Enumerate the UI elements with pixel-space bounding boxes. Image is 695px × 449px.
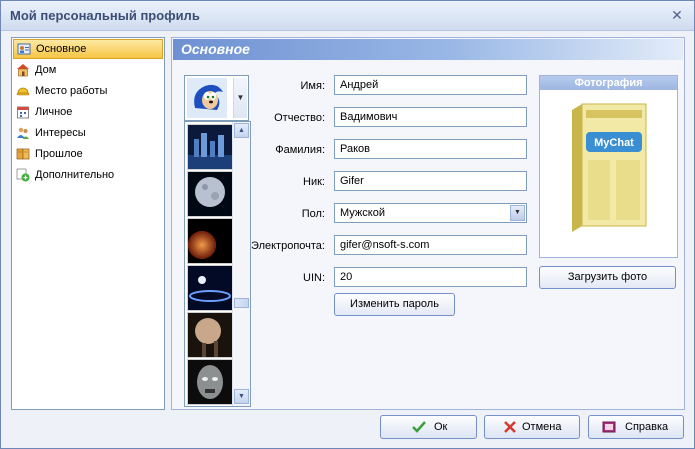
name-label: Имя: [300,80,325,92]
avatar-gallery[interactable]: ▲ ▼ [184,121,251,407]
name-input[interactable]: Андрей [334,75,527,95]
uin-input[interactable]: 20 [334,267,527,287]
helmet-icon [16,87,30,96]
upload-photo-button[interactable]: Загрузить фото [539,266,676,289]
panel-title: Основное [181,41,250,57]
section-nav: Основное Дом Место работы Личное Интерес… [11,37,165,410]
nav-item-personal[interactable]: Личное [13,102,163,122]
nav-item-work[interactable]: Место работы [13,81,163,101]
nav-label: Прошлое [35,148,83,160]
plus-icon [16,168,30,182]
avatar-option-moon[interactable] [187,171,233,217]
patronymic-input[interactable]: Вадимович [334,107,527,127]
cancel-button[interactable]: Отмена [484,415,580,439]
house-icon [17,64,29,77]
photo-caption: Фотография [540,76,677,90]
gender-label: Пол: [301,208,325,220]
chevron-down-icon: ▼ [236,93,245,102]
avatar-option-space[interactable] [187,265,233,311]
nav-item-additional[interactable]: Дополнительно [13,165,163,185]
ok-label: Ок [434,421,448,433]
people-icon [17,127,29,139]
gender-value: Мужской [340,207,385,219]
ok-button[interactable]: Ок [380,415,477,439]
scroll-thumb[interactable] [234,298,249,308]
change-password-button[interactable]: Изменить пароль [334,293,455,316]
person-card-icon [17,43,31,55]
window-title: Мой персональный профиль [10,8,200,23]
nav-label: Интересы [35,127,86,139]
surname-input[interactable]: Раков [334,139,527,159]
nav-label: Личное [35,106,73,118]
scroll-up-button[interactable]: ▲ [234,123,249,138]
nav-item-past[interactable]: Прошлое [13,144,163,164]
svg-text:MyChat: MyChat [594,137,634,149]
avatar-image [187,78,227,118]
nav-label: Дом [35,64,57,76]
book-icon [16,148,30,160]
avatar-option-sphere[interactable] [187,312,233,358]
nav-label: Основное [36,43,87,55]
uin-label: UIN: [303,272,325,284]
photo-frame: Фотография MyChat [539,75,678,258]
avatar-option-planet[interactable] [187,218,233,264]
title-bar: Мой персональный профиль ✕ [1,1,694,31]
cancel-label: Отмена [522,421,562,433]
nav-item-home[interactable]: Дом [13,60,163,80]
help-label: Справка [625,421,669,433]
scroll-down-button[interactable]: ▼ [234,389,249,404]
gender-select[interactable]: Мужской ▼ [334,203,527,223]
nav-label: Дополнительно [35,169,115,181]
chevron-down-icon: ▼ [514,209,521,216]
close-icon[interactable]: ✕ [669,7,685,23]
nav-item-interests[interactable]: Интересы [13,123,163,143]
surname-label: Фамилия: [275,144,325,156]
nick-label: Ник: [303,176,325,188]
check-icon [412,421,426,433]
nick-input[interactable]: Gifer [334,171,527,191]
email-label: Электропочта: [251,240,325,252]
chevron-down-icon: ▼ [238,393,245,400]
nav-item-basic[interactable]: Основное [13,39,163,59]
help-button[interactable]: Справка [588,415,684,439]
avatar-option-city[interactable] [187,124,233,170]
avatar-scrollbar[interactable]: ▲ ▼ [232,122,250,406]
panel-header: Основное [173,39,683,60]
patronymic-label: Отчество: [274,112,325,124]
email-input[interactable]: gifer@nsoft-s.com [334,235,527,255]
calendar-icon [17,106,29,119]
gender-dropdown-button[interactable]: ▼ [510,205,525,221]
nav-label: Место работы [35,85,108,97]
x-icon [504,421,516,433]
product-box-image: MyChat [572,103,647,232]
chevron-up-icon: ▲ [238,127,245,134]
avatar-option-alien[interactable] [187,359,233,405]
profile-window: Мой персональный профиль ✕ Основное Дом … [0,0,695,449]
help-book-icon [602,421,616,433]
